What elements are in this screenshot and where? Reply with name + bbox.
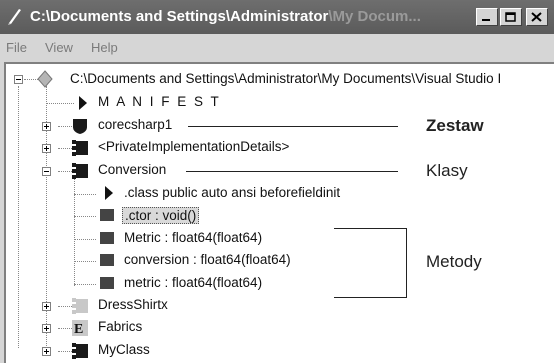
class-icon (72, 163, 88, 179)
minimize-icon (482, 19, 490, 21)
tree-node-label-selected: .ctor : void() (122, 207, 200, 224)
menu-bar: File View Help (0, 34, 554, 60)
class-icon (72, 343, 88, 359)
tree-node-label: C:\Documents and Settings\Administrator\… (70, 71, 502, 86)
close-button[interactable] (526, 8, 548, 26)
close-icon (531, 12, 542, 22)
tree-view[interactable]: C:\Documents and Settings\Administrator\… (4, 62, 554, 363)
tree-line (46, 103, 74, 104)
tree-node-label: Fabrics (98, 319, 143, 334)
maximize-button[interactable] (500, 8, 522, 26)
method-icon (100, 277, 114, 289)
tree-node-label: MyClass (98, 342, 150, 357)
tree-node-label: conversion : float64(float64) (124, 252, 291, 267)
tree-node-label: <PrivateImplementationDetails> (98, 139, 290, 154)
method-icon (100, 209, 114, 221)
window-title: C:\Documents and Settings\Administrator\… (30, 8, 470, 25)
tree-node-label: Conversion (98, 162, 167, 177)
annotation-classes: Klasy (426, 161, 468, 180)
class-icon (72, 140, 88, 156)
tree-line (74, 284, 96, 285)
enum-icon: E (72, 320, 88, 337)
expand-toggle-private[interactable] (42, 144, 51, 153)
namespace-shield-icon (73, 119, 87, 134)
expand-toggle-dressshirtx[interactable] (42, 302, 51, 311)
tree-line (74, 239, 96, 240)
expand-toggle-myclass[interactable] (42, 347, 51, 356)
annotation-methods: Metody (426, 252, 482, 271)
annotation-assembly: Zestaw (426, 116, 484, 135)
tree-node-label: Metric : float64(float64) (124, 230, 263, 245)
title-path-dim: \My Docum... (328, 8, 421, 25)
tree-node-label: M A N I F E S T (98, 94, 221, 109)
manifest-triangle-icon (79, 96, 87, 110)
menu-help[interactable]: Help (91, 40, 118, 55)
class-decl-triangle-icon (105, 186, 113, 200)
app-icon (8, 9, 21, 25)
tree-line (74, 216, 96, 217)
collapse-toggle-root[interactable] (14, 75, 23, 84)
method-icon (100, 232, 114, 244)
annotation-bracket-methods (334, 228, 407, 298)
expand-toggle-fabrics[interactable] (42, 324, 51, 333)
menu-view[interactable]: View (45, 40, 73, 55)
tree-line (74, 194, 96, 195)
window-controls (476, 8, 554, 28)
title-path: C:\Documents and Settings\Administrator (30, 8, 329, 25)
class-light-icon (72, 298, 88, 314)
minimize-button[interactable] (476, 8, 498, 26)
maximize-icon (505, 12, 516, 22)
expand-toggle-corecsharp1[interactable] (42, 122, 51, 131)
tree-node-label: metric : float64(float64) (124, 275, 263, 290)
menu-file[interactable]: File (6, 40, 27, 55)
tree-node-label: DressShirtx (98, 297, 168, 312)
annotation-line-classes (186, 171, 398, 172)
tree-line (74, 261, 96, 262)
svg-text:E: E (74, 322, 83, 337)
tree-node-label: corecsharp1 (98, 117, 173, 132)
assembly-diamond-icon (37, 70, 53, 88)
title-bar[interactable]: C:\Documents and Settings\Administrator\… (0, 0, 554, 34)
ildasm-window: C:\Documents and Settings\Administrator\… (0, 0, 554, 363)
tree-line (18, 86, 19, 348)
tree-node-label: .class public auto ansi beforefieldinit (124, 185, 341, 200)
collapse-toggle-conversion[interactable] (42, 167, 51, 176)
method-icon (100, 254, 114, 266)
annotation-line-assembly (188, 126, 398, 127)
